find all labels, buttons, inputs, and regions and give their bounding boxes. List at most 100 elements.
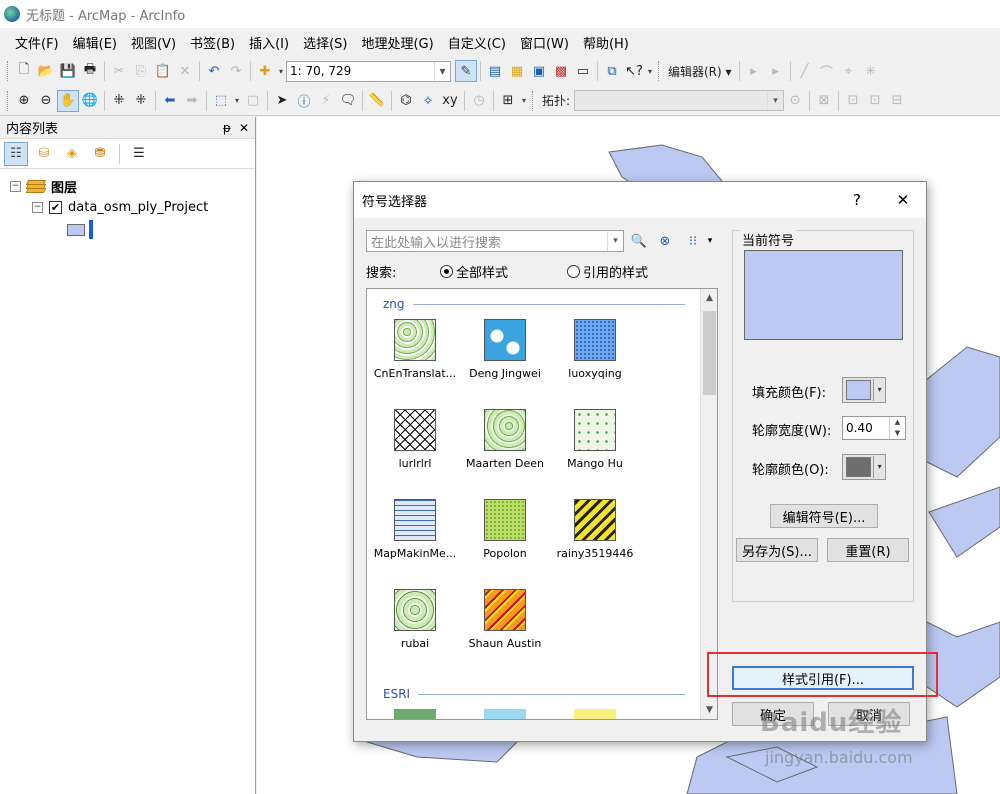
- goto-xy-icon[interactable]: xy: [439, 90, 461, 112]
- measure-icon[interactable]: 📏: [366, 90, 388, 112]
- outline-width-value[interactable]: 0.40: [846, 421, 873, 435]
- editor-menu[interactable]: 编辑器(R) ▾: [664, 63, 736, 80]
- list-by-selection-icon[interactable]: ⛃: [88, 142, 112, 166]
- scroll-down-icon[interactable]: ▼: [701, 701, 717, 719]
- dropdown-arrow-icon[interactable]: ▾: [232, 90, 242, 112]
- paste-icon[interactable]: 📋: [152, 60, 174, 82]
- chevron-down-icon[interactable]: ▾: [434, 61, 450, 81]
- radio-all-styles[interactable]: 全部样式: [440, 262, 508, 281]
- menu-customize[interactable]: 自定义(C): [441, 33, 513, 52]
- open-folder-icon[interactable]: 📂: [35, 60, 57, 82]
- stepper-down-icon[interactable]: ▼: [890, 428, 905, 439]
- add-data-icon[interactable]: ✚: [254, 60, 276, 82]
- new-document-icon[interactable]: 🗋: [13, 60, 35, 82]
- symbol-item[interactable]: rainy3519446: [550, 499, 640, 560]
- select-features-icon[interactable]: ⬚: [210, 90, 232, 112]
- fill-color-button[interactable]: ▾: [842, 377, 886, 403]
- pan-hand-icon[interactable]: ✋: [57, 89, 79, 112]
- radio-unselected-icon[interactable]: [567, 265, 580, 278]
- save-as-button[interactable]: 另存为(S)...: [736, 538, 818, 562]
- collapse-icon[interactable]: −: [32, 202, 43, 213]
- symbol-item[interactable]: [550, 709, 640, 719]
- fixed-zoom-out-icon[interactable]: ⁜: [130, 90, 152, 112]
- symbol-item[interactable]: Popolon: [460, 499, 550, 560]
- layers-root-row[interactable]: − 图层: [10, 177, 77, 196]
- radio-selected-icon[interactable]: [440, 265, 453, 278]
- pin-icon[interactable]: ᵽ: [223, 121, 231, 135]
- dropdown-arrow-icon[interactable]: ▾: [276, 60, 286, 82]
- save-icon[interactable]: 💾: [57, 60, 79, 82]
- layer-name[interactable]: data_osm_ply_Project: [68, 200, 208, 215]
- full-extent-globe-icon[interactable]: 🌐: [79, 90, 101, 112]
- clear-search-icon[interactable]: ⊗: [654, 230, 676, 252]
- menu-windows[interactable]: 窗口(W): [513, 33, 576, 52]
- undo-icon[interactable]: ↶: [203, 60, 225, 82]
- layer-visibility-checkbox[interactable]: ✔: [49, 201, 62, 214]
- table-of-contents-icon[interactable]: ▤: [484, 60, 506, 82]
- menu-view[interactable]: 视图(V): [124, 33, 183, 52]
- stepper-up-icon[interactable]: ▲: [890, 417, 905, 428]
- symbol-item[interactable]: Mango Hu: [550, 409, 640, 470]
- menu-edit[interactable]: 编辑(E): [66, 33, 124, 52]
- chevron-down-icon[interactable]: ▾: [873, 456, 885, 478]
- symbol-search-input[interactable]: 在此处输入以进行搜索 ▾: [366, 230, 624, 252]
- chevron-down-icon[interactable]: ▾: [607, 231, 623, 251]
- chevron-down-icon[interactable]: ▾: [873, 379, 885, 401]
- find-route-icon[interactable]: ⟡: [417, 90, 439, 112]
- dialog-title-bar[interactable]: 符号选择器 ? ✕: [354, 182, 926, 218]
- layer-symbol-swatch[interactable]: [67, 224, 85, 236]
- edit-symbol-button[interactable]: 编辑符号(E)...: [770, 504, 878, 528]
- close-icon[interactable]: ✕: [239, 121, 249, 135]
- map-scale-combo[interactable]: 1: 70, 729 ▾: [286, 60, 451, 82]
- menu-insert[interactable]: 插入(I): [242, 33, 296, 52]
- symbol-item[interactable]: Shaun Austin: [460, 589, 550, 650]
- fixed-zoom-in-icon[interactable]: ⁜: [108, 90, 130, 112]
- clear-selection-icon[interactable]: ▢: [242, 90, 264, 112]
- menu-file[interactable]: 文件(F): [8, 33, 66, 52]
- search-icon[interactable]: 🔍: [628, 230, 650, 252]
- catalog-icon[interactable]: ▦: [506, 60, 528, 82]
- outline-color-button[interactable]: ▾: [842, 454, 886, 480]
- layer-row[interactable]: − ✔ data_osm_ply_Project: [32, 200, 208, 215]
- reset-button[interactable]: 重置(R): [827, 538, 909, 562]
- arctoolbox-icon[interactable]: ▩: [550, 60, 572, 82]
- time-slider-icon[interactable]: ◷: [468, 90, 490, 112]
- toolbar-overflow-icon[interactable]: ▾: [645, 60, 655, 82]
- symbol-item[interactable]: MapMakinMe...: [370, 499, 460, 560]
- zoom-out-icon[interactable]: ⊖: [35, 90, 57, 112]
- toolbar-grip[interactable]: [7, 61, 10, 81]
- hyperlink-icon[interactable]: ⚡: [315, 90, 337, 112]
- whats-this-icon[interactable]: ↖?: [623, 60, 645, 82]
- back-arrow-icon[interactable]: ⬅: [159, 90, 181, 112]
- scroll-up-icon[interactable]: ▲: [701, 289, 717, 307]
- list-by-visibility-icon[interactable]: ◈: [60, 142, 84, 166]
- find-binoculars-icon[interactable]: ⌬: [395, 90, 417, 112]
- print-icon[interactable]: 🖶: [79, 60, 101, 82]
- cut-icon[interactable]: ✂: [108, 60, 130, 82]
- symbol-item[interactable]: [370, 709, 460, 719]
- menu-geoprocessing[interactable]: 地理处理(G): [354, 33, 440, 52]
- forward-arrow-icon[interactable]: ➡: [181, 90, 203, 112]
- delete-icon[interactable]: ✕: [174, 60, 196, 82]
- menu-selection[interactable]: 选择(S): [296, 33, 354, 52]
- toolbar-overflow-icon[interactable]: ▾: [519, 90, 529, 112]
- search-window-icon[interactable]: ▣: [528, 60, 550, 82]
- symbol-item[interactable]: Deng Jingwei: [460, 319, 550, 380]
- scroll-thumb[interactable]: [703, 311, 716, 395]
- redo-icon[interactable]: ↷: [225, 60, 247, 82]
- outline-width-stepper[interactable]: 0.40 ▲ ▼: [842, 416, 906, 440]
- menu-bookmarks[interactable]: 书签(B): [183, 33, 242, 52]
- zoom-in-icon[interactable]: ⊕: [13, 90, 35, 112]
- list-by-drawing-order-icon[interactable]: ☷: [4, 141, 28, 166]
- view-options-icon[interactable]: ⁝⁝: [682, 230, 704, 252]
- create-viewer-icon[interactable]: ⊞: [497, 90, 519, 112]
- toc-options-icon[interactable]: ☰: [127, 142, 151, 166]
- menu-help[interactable]: 帮助(H): [576, 33, 636, 52]
- select-elements-icon[interactable]: ➤: [271, 90, 293, 112]
- collapse-icon[interactable]: −: [10, 181, 21, 192]
- symbol-item[interactable]: luoxyqing: [550, 319, 640, 380]
- symbol-item[interactable]: Maarten Deen: [460, 409, 550, 470]
- symbol-item[interactable]: lurlrlrl: [370, 409, 460, 470]
- symbol-item[interactable]: CnEnTranslat...: [370, 319, 460, 380]
- help-icon[interactable]: ?: [834, 191, 880, 209]
